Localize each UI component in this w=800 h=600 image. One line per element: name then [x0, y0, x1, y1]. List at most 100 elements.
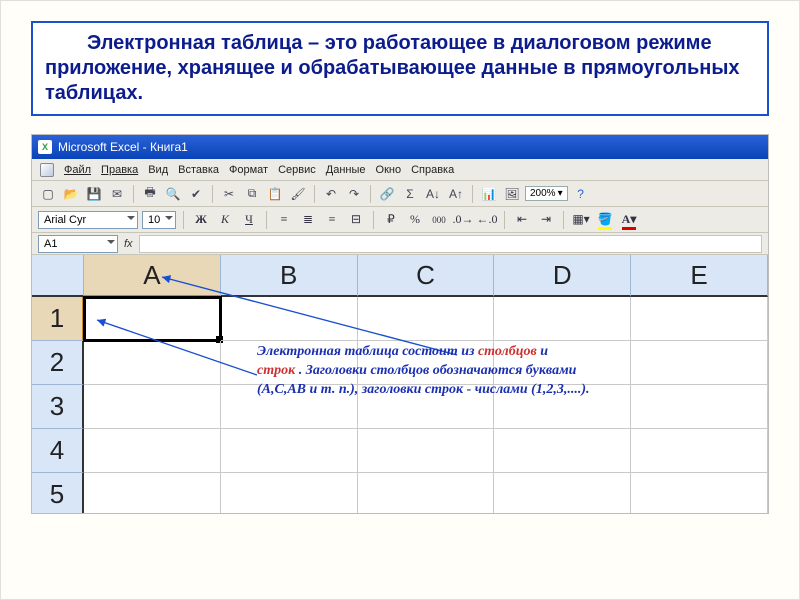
annotation-text: Электронная таблица состоит из столбцов … — [257, 343, 737, 400]
drawing-icon[interactable]: 🖼 — [502, 184, 522, 204]
fill-color-button[interactable]: 🪣 — [595, 210, 615, 230]
menu-window[interactable]: Окно — [376, 164, 402, 176]
bold-button[interactable]: Ж — [191, 210, 211, 230]
menu-edit[interactable]: Правка — [101, 164, 138, 176]
col-header-b[interactable]: B — [221, 255, 358, 297]
cell-b5[interactable] — [221, 473, 358, 514]
menu-format[interactable]: Формат — [229, 164, 268, 176]
sort-asc-icon[interactable]: A↓ — [423, 184, 443, 204]
row-header-3[interactable]: 3 — [32, 385, 84, 429]
separator — [212, 185, 213, 203]
cell-c5[interactable] — [358, 473, 495, 514]
decrease-decimal-button[interactable]: ←.0 — [477, 210, 497, 230]
menu-help[interactable]: Справка — [411, 164, 454, 176]
definition-box: Электронная таблица – это работающее в д… — [31, 21, 769, 116]
row-header-2[interactable]: 2 — [32, 341, 84, 385]
separator — [472, 185, 473, 203]
col-header-d[interactable]: D — [494, 255, 631, 297]
cell-a4[interactable] — [84, 429, 221, 473]
row-5: 5 — [32, 473, 768, 514]
fx-icon[interactable]: fx — [124, 238, 133, 250]
menu-view[interactable]: Вид — [148, 164, 168, 176]
chart-icon[interactable]: 📊 — [479, 184, 499, 204]
cell-d4[interactable] — [494, 429, 631, 473]
cut-icon[interactable]: ✂ — [219, 184, 239, 204]
format-painter-icon[interactable]: 🖌 — [288, 184, 308, 204]
cell-a5[interactable] — [84, 473, 221, 514]
formula-input[interactable] — [139, 235, 762, 253]
font-color-button[interactable]: A▾ — [619, 210, 639, 230]
underline-button[interactable]: Ч — [239, 210, 259, 230]
decrease-indent-button[interactable]: ⇤ — [512, 210, 532, 230]
slide: Электронная таблица – это работающее в д… — [0, 0, 800, 600]
undo-icon[interactable]: ↶ — [321, 184, 341, 204]
preview-icon[interactable]: 🔍 — [163, 184, 183, 204]
new-icon[interactable]: ▢ — [38, 184, 58, 204]
row-header-4[interactable]: 4 — [32, 429, 84, 473]
worksheet-grid: A B C D E 1 2 — [32, 255, 768, 514]
zoom-select[interactable]: 200%▾ — [525, 186, 568, 201]
spellcheck-icon[interactable]: ✔ — [186, 184, 206, 204]
col-header-c[interactable]: C — [358, 255, 495, 297]
cell-a2[interactable] — [84, 341, 221, 385]
merge-center-button[interactable]: ⊟ — [346, 210, 366, 230]
align-left-button[interactable]: ≡ — [274, 210, 294, 230]
comma-style-button[interactable]: 000 — [429, 210, 449, 230]
cell-a1[interactable] — [84, 297, 221, 341]
name-box[interactable]: A1 — [38, 235, 118, 253]
cell-e1[interactable] — [631, 297, 768, 341]
formula-bar: A1 fx — [32, 233, 768, 255]
cell-c1[interactable] — [358, 297, 495, 341]
font-name-select[interactable]: Arial Cyr — [38, 211, 138, 229]
help-icon[interactable]: ? — [571, 184, 591, 204]
cell-d1[interactable] — [494, 297, 631, 341]
print-icon[interactable]: 🖶 — [140, 184, 160, 204]
separator — [314, 185, 315, 203]
formatting-toolbar: Arial Cyr 10 Ж К Ч ≡ ≣ ≡ ⊟ ₽ % 000 .0→ ←… — [32, 207, 768, 233]
borders-button[interactable]: ▦▾ — [571, 210, 591, 230]
increase-indent-button[interactable]: ⇥ — [536, 210, 556, 230]
cell-e5[interactable] — [631, 473, 768, 514]
cell-d5[interactable] — [494, 473, 631, 514]
align-right-button[interactable]: ≡ — [322, 210, 342, 230]
italic-button[interactable]: К — [215, 210, 235, 230]
menu-tools[interactable]: Сервис — [278, 164, 316, 176]
sort-desc-icon[interactable]: A↑ — [446, 184, 466, 204]
col-headers: A B C D E — [32, 255, 768, 297]
menu-insert[interactable]: Вставка — [178, 164, 219, 176]
hyperlink-icon[interactable]: 🔗 — [377, 184, 397, 204]
col-header-e[interactable]: E — [631, 255, 768, 297]
currency-button[interactable]: ₽ — [381, 210, 401, 230]
open-icon[interactable]: 📂 — [61, 184, 81, 204]
paste-icon[interactable]: 📋 — [265, 184, 285, 204]
cell-b4[interactable] — [221, 429, 358, 473]
increase-decimal-button[interactable]: .0→ — [453, 210, 473, 230]
redo-icon[interactable]: ↷ — [344, 184, 364, 204]
copy-icon[interactable]: ⧉ — [242, 184, 262, 204]
font-size-select[interactable]: 10 — [142, 211, 176, 229]
menubar: Файл Правка Вид Вставка Формат Сервис Да… — [32, 159, 768, 181]
percent-button[interactable]: % — [405, 210, 425, 230]
separator — [266, 211, 267, 229]
row-header-5[interactable]: 5 — [32, 473, 84, 514]
menu-file[interactable]: Файл — [64, 164, 91, 176]
row-header-1[interactable]: 1 — [32, 297, 84, 341]
align-center-button[interactable]: ≣ — [298, 210, 318, 230]
cell-e4[interactable] — [631, 429, 768, 473]
definition-text: Электронная таблица – это работающее в д… — [45, 31, 755, 106]
row-4: 4 — [32, 429, 768, 473]
standard-toolbar: ▢ 📂 💾 ✉ 🖶 🔍 ✔ ✂ ⧉ 📋 🖌 ↶ ↷ 🔗 Σ A↓ A↑ 📊 🖼 … — [32, 181, 768, 207]
col-header-a[interactable]: A — [84, 255, 221, 297]
cell-a3[interactable] — [84, 385, 221, 429]
separator — [133, 185, 134, 203]
cell-c4[interactable] — [358, 429, 495, 473]
excel-logo-icon: X — [38, 140, 52, 154]
mail-icon[interactable]: ✉ — [107, 184, 127, 204]
menu-data[interactable]: Данные — [326, 164, 366, 176]
save-icon[interactable]: 💾 — [84, 184, 104, 204]
separator — [563, 211, 564, 229]
autosum-icon[interactable]: Σ — [400, 184, 420, 204]
select-all-corner[interactable] — [32, 255, 84, 297]
workbook-icon — [40, 163, 54, 177]
cell-b1[interactable] — [221, 297, 358, 341]
